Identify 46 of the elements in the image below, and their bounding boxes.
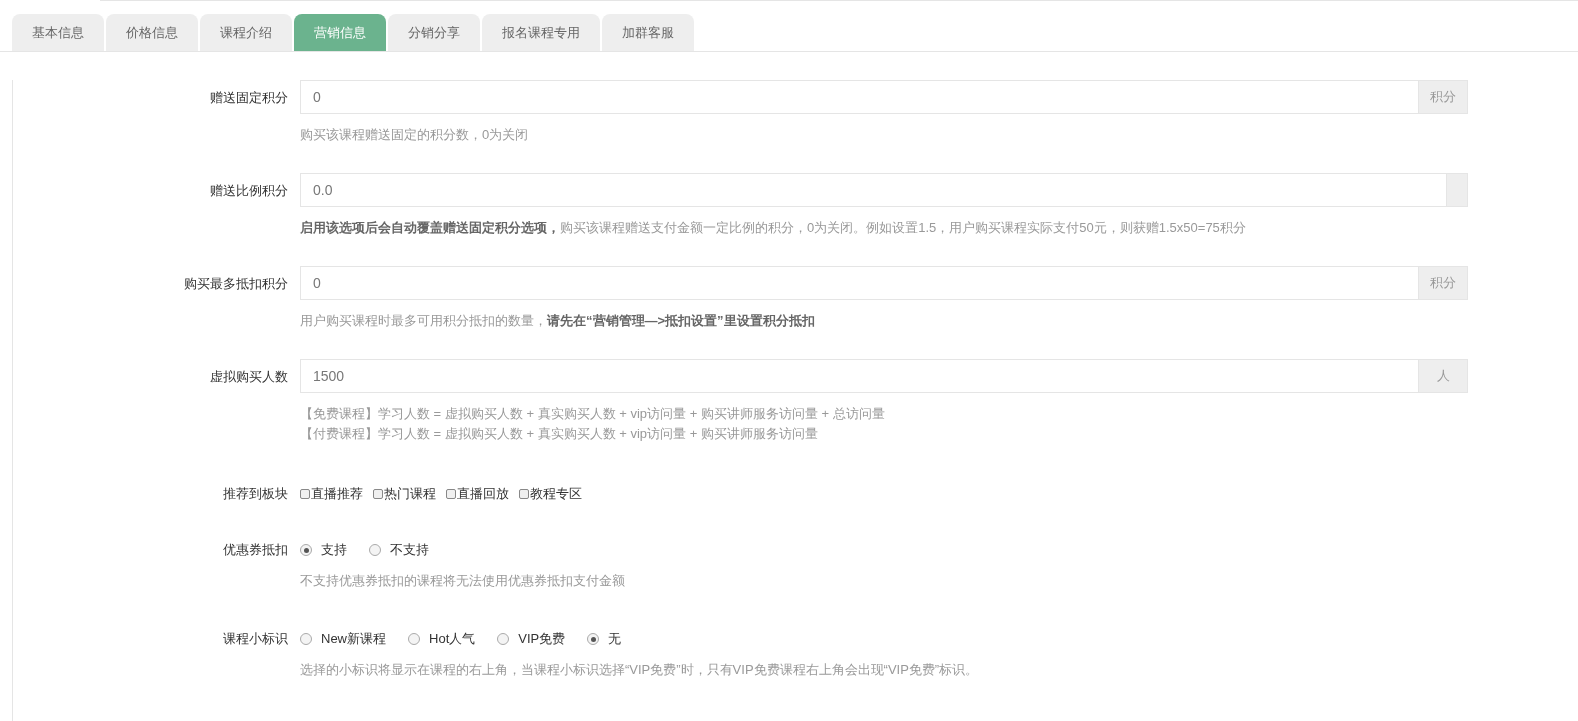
radio-label: New新课程	[321, 630, 386, 649]
help-text: 【付费课程】学习人数 = 虚拟购买人数 + 真实购买人数 + vip访问量 + 购买讲师服务访问量	[300, 425, 819, 443]
tab[interactable]: 基本信息	[12, 14, 104, 51]
radio-button[interactable]	[300, 633, 312, 645]
radio-button[interactable]	[300, 544, 312, 556]
help-text: 【免费课程】学习人数 = 虚拟购买人数 + 真实购买人数 + vip访问量 + 购买讲师服务访问量 + 总访问量	[300, 405, 886, 423]
tab[interactable]: 分销分享	[388, 14, 480, 51]
checkbox[interactable]	[446, 489, 456, 499]
field-label: 推荐到板块	[223, 485, 288, 503]
help-text: 购买该课程赠送固定的积分数，0为关闭	[300, 126, 530, 144]
radio-button[interactable]	[369, 544, 381, 556]
input-addon: 人	[1419, 359, 1468, 393]
field-label: 赠送比例积分	[210, 182, 288, 200]
field-label: 优惠券抵扣	[223, 541, 288, 559]
radio-label: 支持	[321, 541, 347, 560]
checkbox[interactable]	[300, 489, 310, 499]
input-addon: 积分	[1419, 266, 1468, 300]
tab[interactable]: 加群客服	[602, 14, 694, 51]
radio-label: 不支持	[390, 541, 429, 560]
radio-button[interactable]	[497, 633, 510, 645]
radio-label: Hot人气	[429, 630, 476, 649]
checkbox-label: 教程专区	[530, 485, 582, 504]
input-addon: 积分	[1419, 80, 1468, 114]
tab[interactable]: 报名课程专用	[482, 14, 600, 51]
radio-button[interactable]	[408, 633, 420, 645]
help-text: 不支持优惠券抵扣的课程将无法使用优惠券抵扣支付金额	[300, 572, 626, 590]
help-text: 用户购买课程时最多可用积分抵扣的数量，请先在“营销管理—>抵扣设置”里设置积分抵扣	[300, 312, 816, 330]
checkbox-label: 热门课程	[384, 485, 436, 504]
field-label: 虚拟购买人数	[210, 368, 288, 386]
help-text: 选择的小标识将显示在课程的右上角，当课程小标识选择“VIP免费”时，只有VIP免费课程右上角会出现“VIP免费”标识。	[300, 661, 980, 679]
radio-label: 无	[608, 630, 622, 649]
checkbox-label: 直播推荐	[311, 485, 363, 504]
radio-label: VIP免费	[518, 630, 566, 649]
field-label: 课程小标识	[223, 630, 288, 648]
tab[interactable]: 课程介绍	[200, 14, 292, 51]
checkbox[interactable]	[373, 489, 383, 499]
input-field[interactable]: 0	[300, 80, 1419, 114]
radio-button[interactable]	[587, 633, 600, 645]
field-label: 购买最多抵扣积分	[184, 275, 288, 293]
checkbox[interactable]	[519, 489, 529, 499]
input-field[interactable]: 0.0	[300, 173, 1447, 207]
input-field[interactable]: 0	[300, 266, 1419, 300]
tab[interactable]: 价格信息	[106, 14, 198, 51]
input-field[interactable]: 1500	[300, 359, 1419, 393]
field-label: 赠送固定积分	[210, 89, 288, 107]
checkbox-label: 直播回放	[457, 485, 509, 504]
